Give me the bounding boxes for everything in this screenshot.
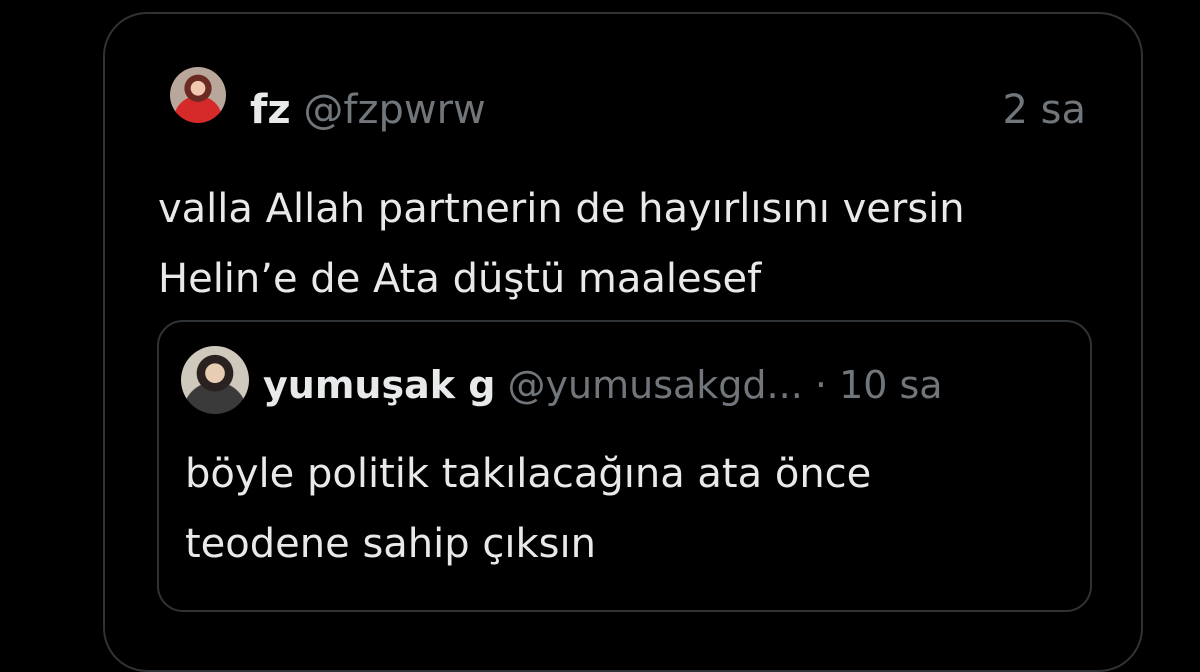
quoted-author-avatar[interactable] — [181, 346, 249, 414]
quoted-author-display-name[interactable]: yumuşak g — [263, 363, 495, 407]
quoted-text-line: teodene sahip çıksın — [185, 521, 596, 567]
quoted-text-line: böyle politik takılacağına ata önce — [185, 451, 872, 497]
author-avatar[interactable] — [170, 67, 226, 123]
tweet-card[interactable]: fz @fzpwrw 2 sa valla Allah partnerin de… — [103, 12, 1143, 672]
quoted-author-handle[interactable]: @yumusakgd... — [508, 363, 803, 407]
quoted-tweet-text: böyle politik takılacağına ata önce teod… — [185, 439, 1025, 579]
tweet-text-line: valla Allah partnerin de hayırlısını ver… — [158, 186, 965, 232]
quoted-tweet-timestamp[interactable]: 10 sa — [839, 363, 943, 407]
quoted-tweet-header: yumuşak g @yumusakgd... · 10 sa — [263, 366, 943, 404]
author-handle[interactable]: @fzpwrw — [303, 87, 485, 133]
quoted-separator: · — [814, 363, 827, 407]
tweet-header: fz @fzpwrw — [250, 90, 486, 130]
author-display-name[interactable]: fz — [250, 87, 291, 133]
tweet-text: valla Allah partnerin de hayırlısını ver… — [158, 174, 1118, 314]
tweet-text-line: Helin’e de Ata düştü maalesef — [158, 256, 762, 302]
tweet-timestamp[interactable]: 2 sa — [1002, 90, 1086, 130]
